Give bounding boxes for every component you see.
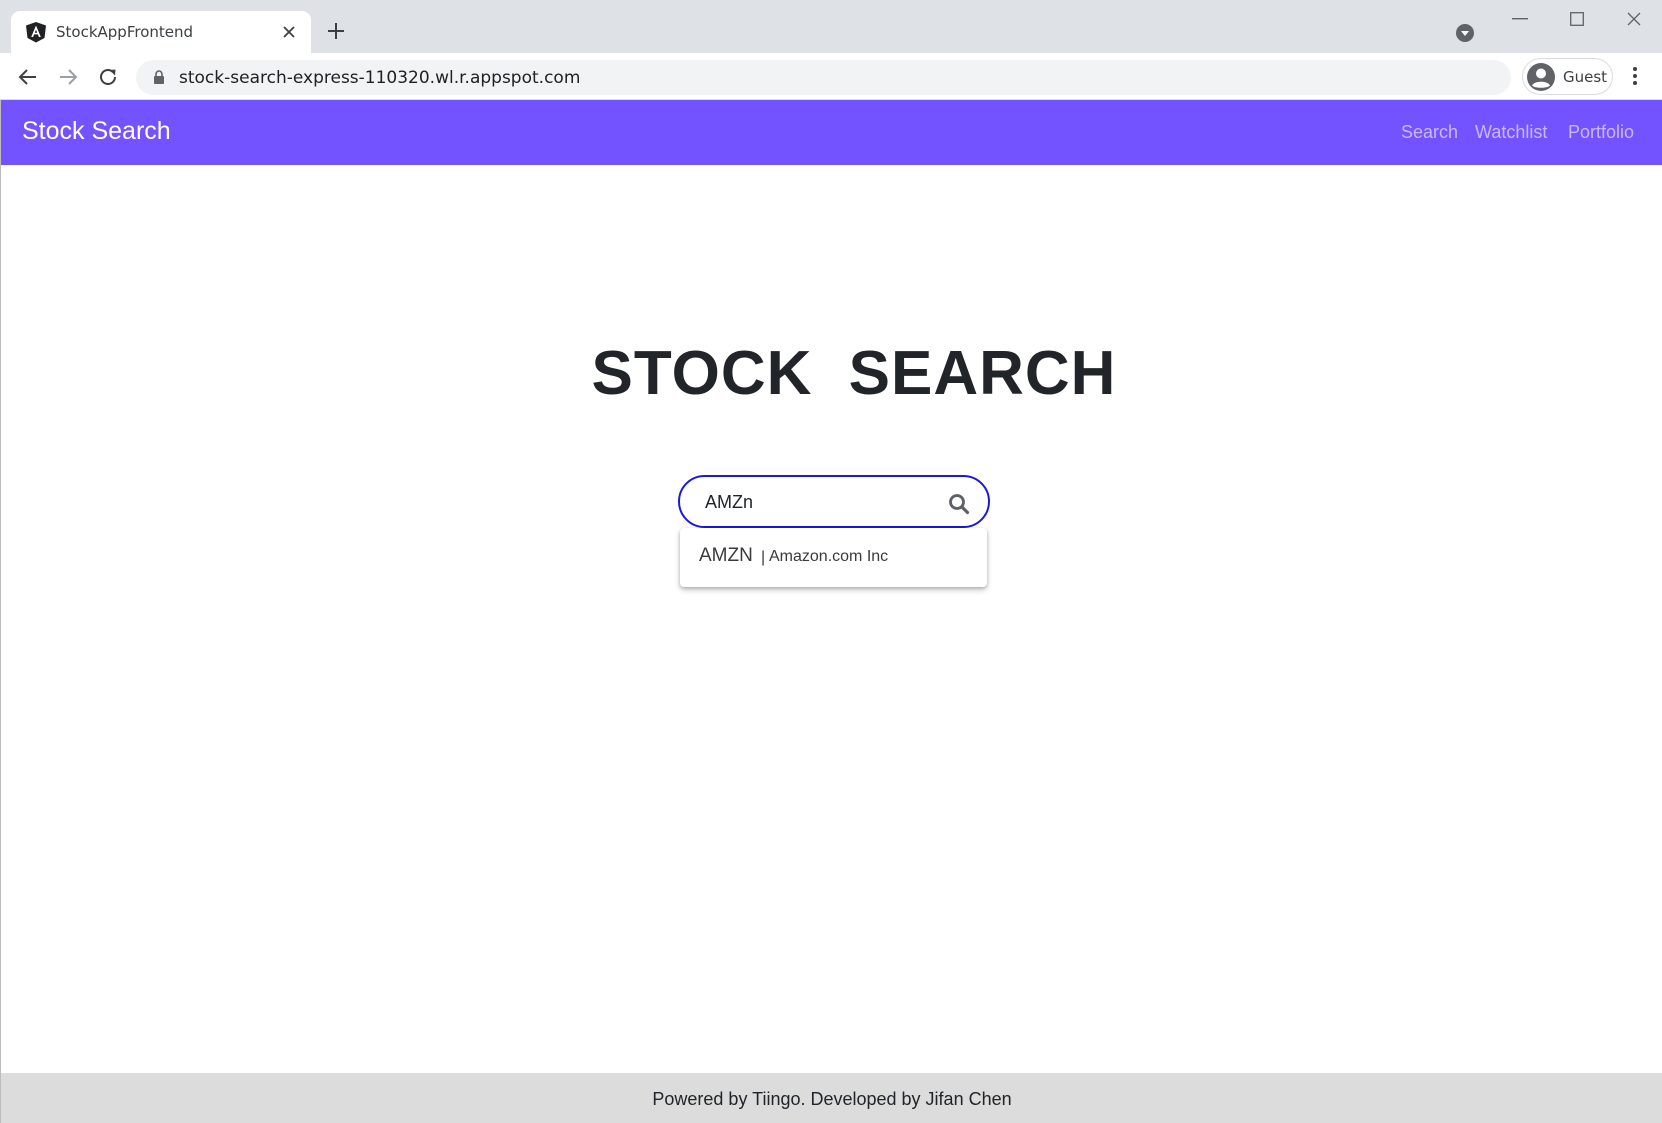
footer-text: Powered by Tiingo. Developed by Jifan Ch…: [652, 1089, 1012, 1109]
search-input[interactable]: AMZn: [678, 475, 990, 528]
maximize-icon[interactable]: [1570, 12, 1584, 26]
search-input-value[interactable]: AMZn: [705, 492, 753, 513]
address-bar[interactable]: stock-search-express-110320.wl.r.appspot…: [136, 60, 1511, 95]
app-navbar: Stock Search Search Watchlist Portfolio: [1, 100, 1662, 165]
autocomplete-dropdown: AMZN | Amazon.com Inc: [680, 528, 987, 587]
minimize-icon[interactable]: [1512, 18, 1528, 20]
chevron-down-icon[interactable]: [1455, 23, 1475, 43]
profile-button[interactable]: Guest: [1522, 58, 1613, 95]
browser-tabstrip: StockAppFrontend: [0, 0, 1662, 53]
browser-toolbar: stock-search-express-110320.wl.r.appspot…: [0, 53, 1662, 100]
arrow-right-icon[interactable]: [57, 66, 79, 88]
browser-tab[interactable]: StockAppFrontend: [11, 11, 311, 53]
url-text[interactable]: stock-search-express-110320.wl.r.appspot…: [179, 68, 580, 88]
page-title: STOCK SEARCH: [591, 339, 1117, 408]
page-content: Stock Search Search Watchlist Portfolio …: [0, 100, 1662, 1123]
reload-icon[interactable]: [97, 66, 119, 88]
search-icon[interactable]: [948, 493, 970, 515]
kebab-menu-icon[interactable]: [1628, 65, 1642, 87]
arrow-left-icon[interactable]: [17, 66, 39, 88]
option-company-name: Amazon.com Inc: [769, 548, 889, 565]
plus-icon[interactable]: [327, 22, 345, 40]
nav-link-portfolio[interactable]: Portfolio: [1568, 122, 1634, 143]
avatar-icon: [1527, 63, 1555, 91]
nav-link-watchlist[interactable]: Watchlist: [1475, 122, 1547, 143]
lock-icon[interactable]: [153, 70, 165, 84]
tab-title: StockAppFrontend: [56, 23, 194, 41]
profile-name: Guest: [1563, 68, 1608, 86]
autocomplete-option[interactable]: AMZN | Amazon.com Inc: [680, 528, 987, 587]
footer: Powered by Tiingo. Developed by Jifan Ch…: [1, 1073, 1662, 1123]
angular-logo-icon: [26, 22, 46, 43]
window-close-icon[interactable]: [1627, 12, 1641, 26]
close-icon[interactable]: [282, 25, 296, 39]
nav-link-search[interactable]: Search: [1401, 122, 1458, 143]
brand-link[interactable]: Stock Search: [22, 117, 171, 146]
option-ticker: AMZN: [699, 545, 753, 566]
option-separator: |: [761, 549, 766, 566]
